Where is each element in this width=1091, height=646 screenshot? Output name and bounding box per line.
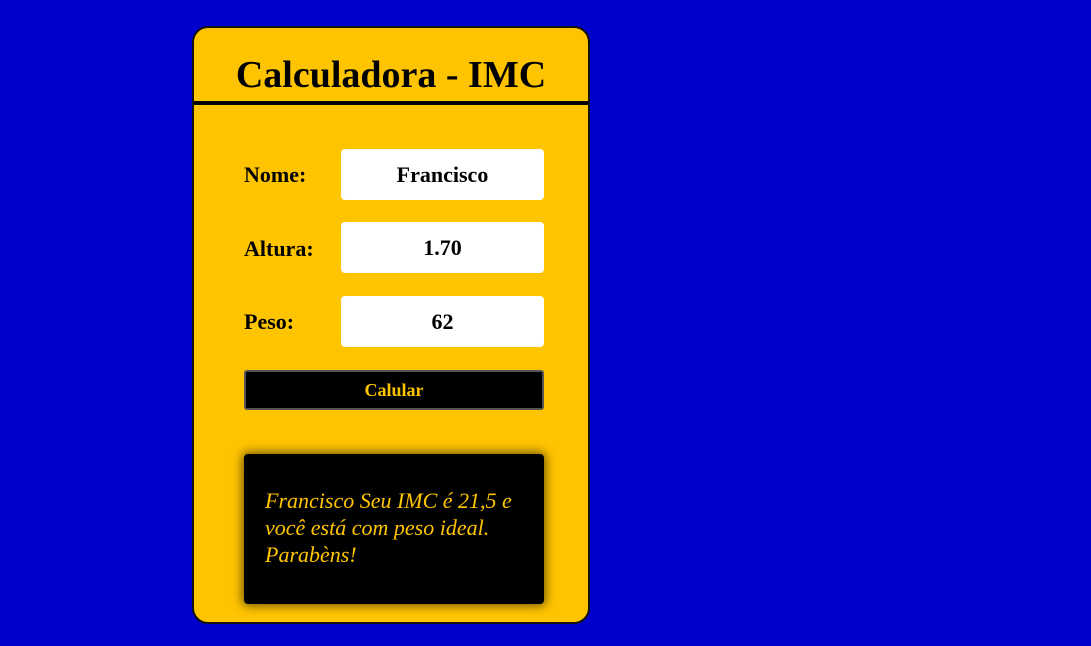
altura-input[interactable] bbox=[341, 222, 544, 273]
nome-label: Nome: bbox=[244, 162, 307, 187]
peso-label: Peso: bbox=[244, 309, 295, 334]
result-box: Francisco Seu IMC é 21,5 e você está com… bbox=[244, 454, 544, 604]
title-divider bbox=[194, 101, 588, 105]
page-title: Calculadora - IMC bbox=[235, 54, 547, 96]
imc-calculator-card: Calculadora - IMC Nome: Altura: Peso: Ca… bbox=[192, 26, 590, 624]
calculate-button[interactable]: Calular bbox=[244, 370, 544, 410]
peso-input[interactable] bbox=[341, 296, 544, 347]
result-message: Francisco Seu IMC é 21,5 e você está com… bbox=[265, 488, 512, 567]
nome-input[interactable] bbox=[341, 149, 544, 200]
altura-label: Altura: bbox=[244, 236, 314, 261]
